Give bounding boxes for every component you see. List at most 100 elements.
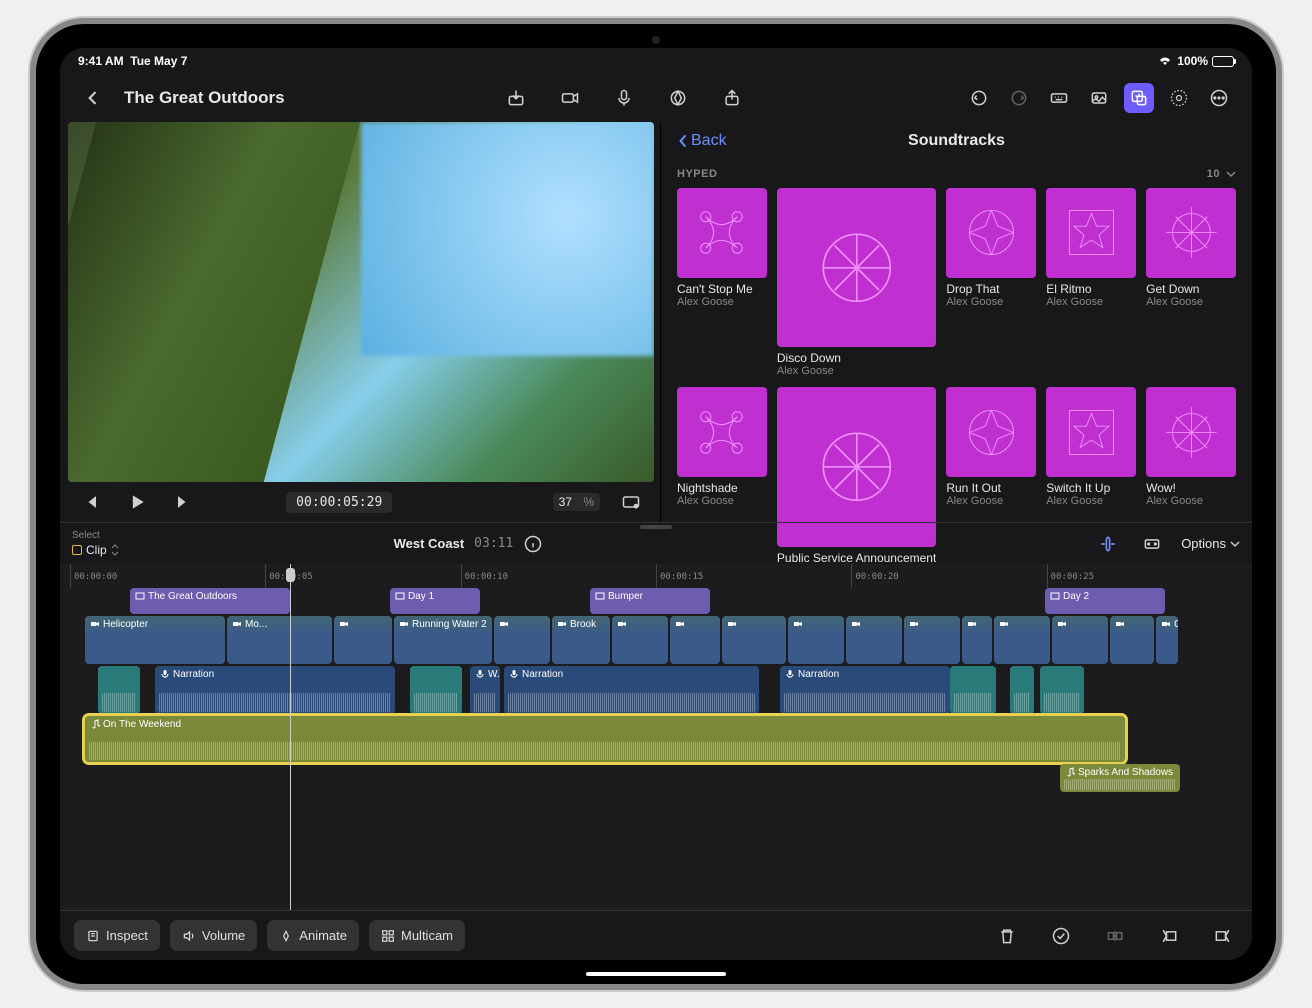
- trim-end-icon[interactable]: [1208, 921, 1238, 951]
- audio-clip[interactable]: Narration: [780, 666, 950, 714]
- video-clip[interactable]: [994, 616, 1050, 664]
- audio-clip[interactable]: Narration: [155, 666, 395, 714]
- video-clip[interactable]: C: [1156, 616, 1178, 664]
- track-title: El Ritmo: [1046, 282, 1136, 296]
- video-clip[interactable]: Mo...: [227, 616, 332, 664]
- audio-lane: NarrationW...NarrationNarration: [70, 666, 1242, 714]
- video-clip[interactable]: [334, 616, 392, 664]
- drag-handle[interactable]: [640, 525, 672, 529]
- animate-button[interactable]: Animate: [267, 920, 359, 951]
- title-clip[interactable]: The Great Outdoors: [130, 588, 290, 614]
- title-clip[interactable]: Day 1: [390, 588, 480, 614]
- soundtrack-item[interactable]: Drop That Alex Goose: [946, 188, 1036, 377]
- redo-icon[interactable]: [1004, 83, 1034, 113]
- photo-library-icon[interactable]: [1084, 83, 1114, 113]
- fx-clip[interactable]: [1010, 666, 1034, 714]
- fx-clip[interactable]: [98, 666, 140, 714]
- music-lane-2: Sparks And Shadows: [70, 764, 1242, 792]
- keyboard-icon[interactable]: [1044, 83, 1074, 113]
- microphone-icon[interactable]: [609, 83, 639, 113]
- video-clip[interactable]: [788, 616, 844, 664]
- fx-clip[interactable]: [410, 666, 462, 714]
- enable-icon[interactable]: [1046, 921, 1076, 951]
- next-frame-icon[interactable]: [168, 487, 198, 517]
- share-icon[interactable]: [717, 83, 747, 113]
- track-title: Can't Stop Me: [677, 282, 767, 296]
- video-clip[interactable]: [846, 616, 902, 664]
- content-library-icon[interactable]: [1124, 83, 1154, 113]
- video-clip[interactable]: [1110, 616, 1154, 664]
- viewport[interactable]: [68, 122, 654, 482]
- view-options-icon[interactable]: [616, 487, 646, 517]
- select-mode-picker[interactable]: Clip: [72, 543, 119, 557]
- wifi-icon: [1157, 55, 1173, 67]
- track-artist: Alex Goose: [1046, 296, 1136, 308]
- title-clip[interactable]: Bumper: [590, 588, 710, 614]
- music-clip-clip[interactable]: On The Weekend: [85, 716, 1125, 762]
- camera-icon[interactable]: [555, 83, 585, 113]
- video-clip[interactable]: [962, 616, 992, 664]
- more-icon[interactable]: [1204, 83, 1234, 113]
- track-title: Run It Out: [946, 481, 1036, 495]
- track-artist: Alex Goose: [946, 495, 1036, 507]
- video-clip[interactable]: [612, 616, 668, 664]
- prev-frame-icon[interactable]: [76, 487, 106, 517]
- undo-icon[interactable]: [964, 83, 994, 113]
- marker-icon[interactable]: [663, 83, 693, 113]
- soundtrack-item[interactable]: Disco Down Alex Goose: [777, 188, 936, 377]
- footer-toolbar: Inspect Volume Animate Multicam: [60, 910, 1252, 960]
- soundtrack-item[interactable]: El Ritmo Alex Goose: [1046, 188, 1136, 377]
- playhead[interactable]: [290, 564, 291, 910]
- video-clip[interactable]: [494, 616, 550, 664]
- import-icon[interactable]: [501, 83, 531, 113]
- track-title: Switch It Up: [1046, 481, 1136, 495]
- project-title: The Great Outdoors: [124, 88, 285, 108]
- fx-clip[interactable]: [950, 666, 996, 714]
- main-toolbar: The Great Outdoors: [60, 74, 1252, 122]
- video-clip[interactable]: Brook: [552, 616, 610, 664]
- trim-start-icon[interactable]: [1154, 921, 1184, 951]
- trash-icon[interactable]: [992, 921, 1022, 951]
- video-clip[interactable]: Helicopter: [85, 616, 225, 664]
- ruler[interactable]: 00:00:0000:00:0500:00:1000:00:1500:00:20…: [70, 564, 1242, 588]
- title-clip[interactable]: Day 2: [1045, 588, 1165, 614]
- title-lane: The Great Outdoors Day 1 Bumper Day 2: [70, 588, 1242, 614]
- browser-back-button[interactable]: Back: [677, 132, 727, 150]
- inspect-button[interactable]: Inspect: [74, 920, 160, 951]
- zoom-control[interactable]: 37 %: [553, 493, 600, 511]
- track-artist: Alex Goose: [946, 296, 1036, 308]
- track-artist: Alex Goose: [677, 495, 767, 507]
- multicam-button[interactable]: Multicam: [369, 920, 465, 951]
- snapping-icon[interactable]: [1093, 529, 1123, 559]
- soundtrack-item[interactable]: Can't Stop Me Alex Goose: [677, 188, 767, 377]
- timeline[interactable]: 00:00:0000:00:0500:00:1000:00:1500:00:20…: [60, 564, 1252, 910]
- video-clip[interactable]: [904, 616, 960, 664]
- timeline-duration: 03:11: [474, 536, 513, 551]
- video-clip[interactable]: [1052, 616, 1108, 664]
- audio-clip[interactable]: W...: [470, 666, 500, 714]
- video-clip[interactable]: [670, 616, 720, 664]
- music-clip-clip[interactable]: Sparks And Shadows: [1060, 764, 1180, 792]
- fx-clip[interactable]: [1040, 666, 1084, 714]
- video-clip[interactable]: Running Water 2: [394, 616, 492, 664]
- tools-icon[interactable]: [1137, 529, 1167, 559]
- music-lane: On The Weekend: [70, 716, 1242, 762]
- video-viewer: 00:00:05:29 37 %: [60, 122, 660, 522]
- back-button[interactable]: [78, 83, 108, 113]
- options-button[interactable]: Options: [1181, 536, 1240, 551]
- track-title: Disco Down: [777, 351, 936, 365]
- play-icon[interactable]: [122, 487, 152, 517]
- split-icon[interactable]: [1100, 921, 1130, 951]
- audio-clip[interactable]: Narration: [504, 666, 759, 714]
- settings-gear-icon[interactable]: [1164, 83, 1194, 113]
- track-artist: Alex Goose: [677, 296, 767, 308]
- soundtrack-item[interactable]: Get Down Alex Goose: [1146, 188, 1236, 377]
- info-icon[interactable]: [523, 534, 543, 554]
- browser-title: Soundtracks: [908, 132, 1005, 150]
- volume-button[interactable]: Volume: [170, 920, 257, 951]
- content-browser: Back Soundtracks HYPED 10 Can't Stop Me …: [660, 122, 1252, 522]
- video-clip[interactable]: [722, 616, 786, 664]
- section-hyped[interactable]: HYPED 10: [661, 160, 1252, 188]
- track-artist: Alex Goose: [777, 365, 936, 377]
- timecode-display[interactable]: 00:00:05:29: [286, 492, 392, 513]
